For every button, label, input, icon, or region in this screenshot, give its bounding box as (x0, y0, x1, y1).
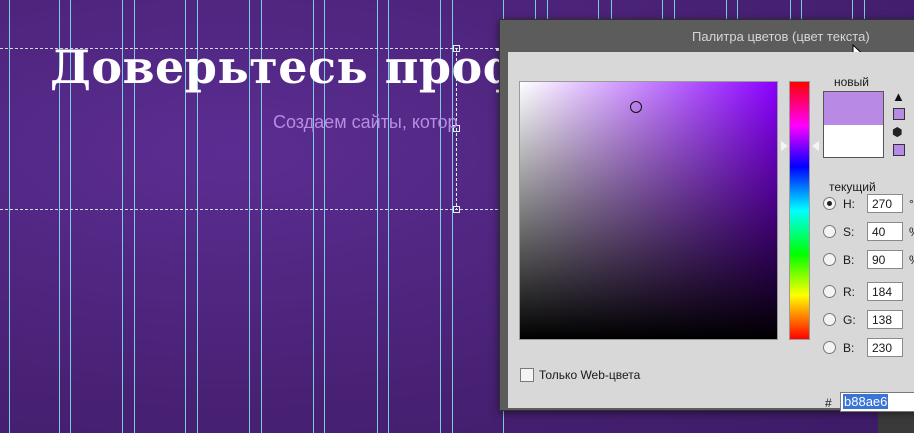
channel-unit: ° (909, 197, 914, 211)
new-color-label: новый (834, 75, 870, 89)
current-color-swatch[interactable] (824, 125, 883, 157)
color-field-row: R: 184 (823, 282, 914, 302)
channel-unit: % (909, 253, 914, 267)
hex-label: # (825, 396, 832, 410)
hue-slider-right-arrow[interactable] (812, 141, 819, 151)
channel-label: R: (843, 285, 855, 299)
channel-radio[interactable] (823, 313, 836, 326)
channel-radio[interactable] (823, 285, 836, 298)
hue-slider[interactable] (789, 81, 810, 340)
color-field-row: G: 138 (823, 310, 914, 330)
channel-value-input[interactable]: 230 (867, 338, 903, 357)
cube-icon[interactable]: ⬢ (892, 125, 902, 139)
color-field[interactable] (519, 81, 778, 340)
hero-headline[interactable]: Доверьтесь проф (50, 40, 525, 94)
color-field-row: B: 230 (823, 338, 914, 358)
channel-radio[interactable] (823, 225, 836, 238)
color-field-row: S: 40% (823, 222, 914, 242)
web-only-checkbox[interactable] (520, 368, 534, 382)
hex-input[interactable]: b88ae6 (840, 392, 914, 412)
channel-value-input[interactable]: 184 (867, 282, 903, 301)
transform-handle[interactable] (453, 206, 460, 213)
channel-radio[interactable] (823, 253, 836, 266)
channel-label: B: (843, 341, 855, 355)
channel-label: S: (843, 225, 855, 239)
gamut-color-chip[interactable] (893, 108, 905, 120)
hue-slider-left-arrow[interactable] (781, 141, 788, 151)
hero-subline[interactable]: Создаем сайты, котор (273, 112, 458, 133)
channel-radio[interactable] (823, 341, 836, 354)
dialog-body: новый текущий ▲ ⬢ H: 270 ° S: 40% B: 90% R: 184 G… (508, 52, 914, 412)
channel-value-input[interactable]: 270 (867, 194, 903, 213)
web-only-label: Только Web-цвета (539, 368, 641, 382)
channel-label: G: (843, 313, 856, 327)
web-safe-color-chip[interactable] (893, 144, 905, 156)
channel-label: B: (843, 253, 855, 267)
color-picker-dialog: Палитра цветов (цвет текста) новый текущ… (499, 19, 914, 412)
color-picker-circle[interactable] (630, 101, 642, 113)
current-color-label: текущий (829, 180, 876, 194)
channel-value-input[interactable]: 40 (867, 222, 903, 241)
color-field-row: B: 90% (823, 250, 914, 270)
dialog-title: Палитра цветов (цвет текста) (692, 29, 870, 44)
channel-radio[interactable] (823, 197, 836, 210)
warning-icon[interactable]: ▲ (892, 89, 905, 104)
hex-value: b88ae6 (843, 394, 889, 409)
channel-value-input[interactable]: 90 (867, 250, 903, 269)
channel-label: H: (843, 197, 855, 211)
dialog-titlebar[interactable]: Палитра цветов (цвет текста) (500, 20, 914, 62)
channel-value-input[interactable]: 138 (867, 310, 903, 329)
channel-unit: % (909, 225, 914, 239)
new-color-swatch (824, 92, 883, 125)
color-field-row: H: 270 ° (823, 194, 914, 214)
color-comparison-swatch (823, 91, 884, 158)
